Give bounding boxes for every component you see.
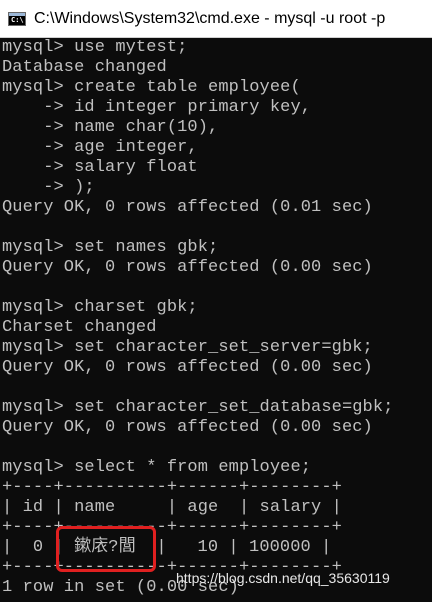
console-line: -> age integer,: [2, 138, 198, 157]
window-title: C:\Windows\System32\cmd.exe - mysql -u r…: [34, 9, 386, 27]
console-line: Charset changed: [2, 318, 157, 337]
table-border: +----+----------+------+--------+: [2, 478, 342, 497]
console-line: Query OK, 0 rows affected (0.00 sec): [2, 418, 373, 437]
console-line: mysql> set character_set_server=gbk;: [2, 338, 373, 357]
console-line: -> salary float: [2, 158, 198, 177]
console-line: mysql> set names gbk;: [2, 238, 219, 257]
console-line: -> name char(10),: [2, 118, 219, 137]
cmd-icon: C:\: [8, 11, 26, 26]
highlight-box: [56, 526, 156, 572]
console-line: -> id integer primary key,: [2, 98, 312, 117]
watermark: https://blog.csdn.net/qq_35630119: [176, 570, 390, 586]
table-header-row: | id | name | age | salary |: [2, 498, 342, 517]
console-line: Query OK, 0 rows affected (0.01 sec): [2, 198, 373, 217]
console-line: Query OK, 0 rows affected (0.00 sec): [2, 258, 373, 277]
title-bar[interactable]: C:\ C:\Windows\System32\cmd.exe - mysql …: [0, 0, 432, 38]
console-line: -> );: [2, 178, 95, 197]
console-output[interactable]: mysql> use mytest; Database changed mysq…: [0, 38, 432, 602]
console-line: mysql> charset gbk;: [2, 298, 198, 317]
console-line: mysql> create table employee(: [2, 78, 301, 97]
console-line: Query OK, 0 rows affected (0.00 sec): [2, 358, 373, 377]
console-line: mysql> select * from employee;: [2, 458, 312, 477]
console-line: Database changed: [2, 58, 167, 77]
console-line: mysql> set character_set_database=gbk;: [2, 398, 394, 417]
console-line: mysql> use mytest;: [2, 38, 188, 57]
